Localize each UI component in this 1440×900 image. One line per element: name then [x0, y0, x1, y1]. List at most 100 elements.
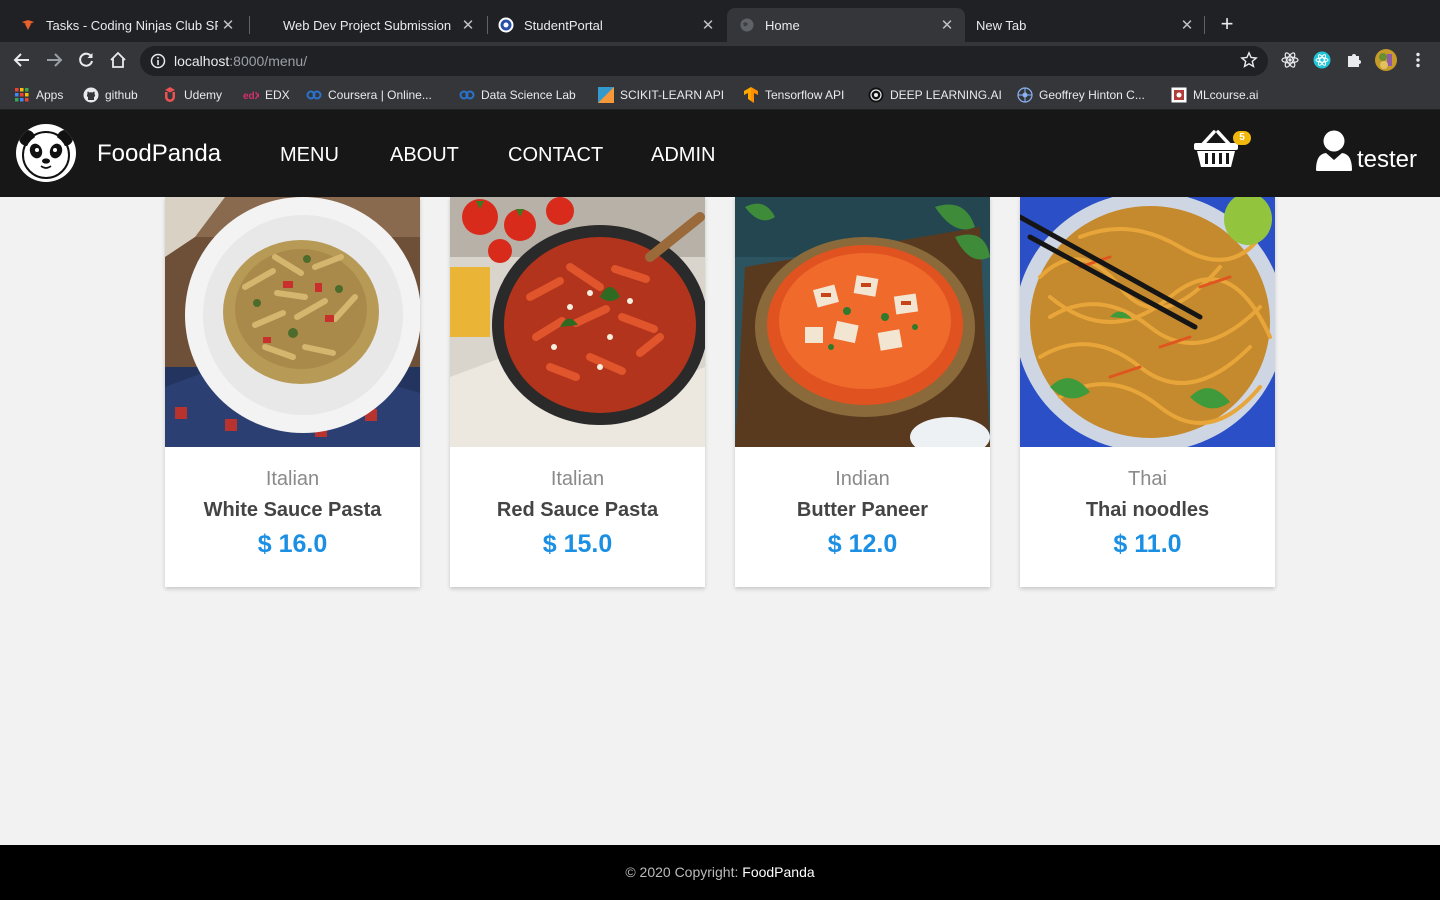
bookmark-geoffrey-hinton[interactable]: Geoffrey Hinton C...: [1017, 86, 1145, 104]
site-footer: © 2020 Copyright: FoodPanda: [0, 845, 1440, 900]
bookmark-github[interactable]: github: [83, 86, 138, 104]
bookmark-deeplearning[interactable]: DEEP LEARNING.AI: [868, 86, 1002, 104]
bookmark-label: Udemy: [184, 88, 223, 102]
bookmark-label: EDX: [265, 88, 290, 102]
bookmark-mlcourse[interactable]: MLcourse.ai: [1171, 86, 1258, 104]
nav-menu-link[interactable]: MENU: [280, 144, 339, 167]
close-tab-icon[interactable]: ✕: [1177, 16, 1197, 34]
thai-noodles-image: [1020, 197, 1275, 447]
apps-grid-icon: [14, 87, 30, 103]
tab-title: Tasks - Coding Ninjas Club SRM: [46, 17, 218, 33]
bookmark-coursera[interactable]: Coursera | Online...: [306, 86, 432, 104]
user-icon[interactable]: [1316, 130, 1352, 172]
red-sauce-pasta-image: [450, 197, 705, 447]
new-tab-button[interactable]: +: [1214, 12, 1240, 38]
username-label[interactable]: tester: [1357, 146, 1417, 174]
item-category: Italian: [265, 468, 320, 490]
bookmark-star-icon[interactable]: [1240, 51, 1258, 69]
hinton-icon: [1017, 87, 1033, 103]
nav-admin-link[interactable]: ADMIN: [651, 144, 715, 167]
close-tab-icon[interactable]: ✕: [458, 16, 478, 34]
bookmark-label: MLcourse.ai: [1193, 88, 1259, 102]
tab-title: New Tab: [976, 17, 1027, 33]
bookmark-data-science-lab[interactable]: Data Science Lab: [459, 86, 576, 104]
bookmark-udemy[interactable]: Udemy: [162, 86, 222, 104]
item-category: Italian: [550, 468, 605, 490]
tab-home[interactable]: Home ✕: [727, 8, 965, 42]
close-tab-icon[interactable]: ✕: [937, 16, 957, 34]
nav-about-link[interactable]: ABOUT: [390, 144, 459, 167]
cart-count-badge: 5: [1233, 131, 1251, 145]
tab-new-tab[interactable]: New Tab ✕: [965, 8, 1205, 42]
url-text: localhost:8000/menu/: [174, 53, 307, 69]
tab-coding-ninjas[interactable]: Tasks - Coding Ninjas Club SRM ✕: [6, 8, 246, 42]
item-name: White Sauce Pasta: [203, 499, 382, 521]
more-menu-icon[interactable]: [1408, 50, 1428, 70]
forward-icon[interactable]: [42, 48, 66, 72]
site-navbar: FoodPanda MENU ABOUT CONTACT ADMIN teste…: [0, 110, 1440, 197]
item-category: Indian: [835, 468, 890, 490]
url-path: :8000/menu/: [229, 53, 308, 69]
tab-separator: [1204, 16, 1205, 34]
tensorflow-icon: [743, 87, 759, 103]
mlcourse-icon: [1171, 87, 1187, 103]
tab-student-portal[interactable]: StudentPortal ✕: [484, 8, 726, 42]
info-icon[interactable]: [150, 53, 166, 69]
udemy-icon: [162, 87, 178, 103]
item-price: $ 11.0: [1113, 530, 1182, 558]
scikit-icon: [598, 87, 614, 103]
white-sauce-pasta-image: [165, 197, 420, 447]
brand-name[interactable]: FoodPanda: [97, 140, 221, 168]
nav-contact-link[interactable]: CONTACT: [508, 144, 603, 167]
bookmark-label: Tensorflow API: [765, 88, 845, 102]
item-category: Thai: [1128, 468, 1167, 490]
menu-card[interactable]: Italian Red Sauce Pasta $ 15.0: [450, 197, 705, 587]
item-price: $ 15.0: [542, 530, 613, 558]
item-price: $ 12.0: [827, 530, 898, 558]
menu-card[interactable]: Indian Butter Paneer $ 12.0: [735, 197, 990, 587]
edx-icon: edX: [243, 87, 259, 103]
bookmark-apps[interactable]: Apps: [14, 86, 63, 104]
menu-card[interactable]: Italian White Sauce Pasta $ 16.0: [165, 197, 420, 587]
reload-icon[interactable]: [74, 48, 98, 72]
bookmark-scikit-learn[interactable]: SCIKIT-LEARN API: [598, 86, 724, 104]
back-icon[interactable]: [10, 48, 34, 72]
coding-ninjas-icon: [20, 17, 36, 33]
profile-avatar-icon[interactable]: [1374, 48, 1398, 72]
menu-card[interactable]: Thai Thai noodles $ 11.0: [1020, 197, 1275, 587]
url-host: localhost: [174, 53, 230, 69]
item-price: $ 16.0: [257, 530, 328, 558]
browser-toolbar: localhost:8000/menu/: [0, 42, 1440, 78]
globe-icon: [739, 17, 755, 33]
student-portal-icon: [498, 17, 514, 33]
react-extension-icon[interactable]: [1312, 50, 1332, 70]
menu-page: Italian White Sauce Pasta $ 16.0 Italian…: [0, 197, 1440, 845]
browser-tabstrip: Tasks - Coding Ninjas Club SRM ✕ Web Dev…: [0, 0, 1440, 42]
butter-paneer-image: [735, 197, 990, 447]
close-tab-icon[interactable]: ✕: [698, 16, 718, 34]
tab-separator: [249, 16, 250, 34]
react-devtools-icon[interactable]: [1280, 50, 1300, 70]
panda-logo[interactable]: [16, 124, 76, 182]
item-name: Butter Paneer: [796, 499, 929, 521]
github-icon: [83, 87, 99, 103]
bookmark-label: DEEP LEARNING.AI: [890, 88, 1002, 102]
address-bar[interactable]: localhost:8000/menu/: [140, 46, 1268, 76]
tab-web-dev[interactable]: Web Dev Project Submission ✕: [256, 8, 486, 42]
extensions-puzzle-icon[interactable]: [1344, 50, 1364, 70]
bookmark-tensorflow[interactable]: Tensorflow API: [743, 86, 844, 104]
bookmark-edx[interactable]: edX EDX: [243, 86, 290, 104]
tab-title: Web Dev Project Submission: [283, 17, 452, 33]
bookmark-label: SCIKIT-LEARN API: [620, 88, 725, 102]
close-tab-icon[interactable]: ✕: [218, 16, 238, 34]
bookmark-label: Data Science Lab: [481, 88, 576, 102]
footer-brand-link[interactable]: FoodPanda: [742, 864, 814, 880]
tab-title: Home: [765, 17, 800, 33]
tab-title: StudentPortal: [524, 17, 603, 33]
bookmark-label: github: [105, 88, 138, 102]
copyright-text: © 2020 Copyright:: [625, 864, 743, 880]
bookmark-label: Coursera | Online...: [328, 88, 432, 102]
deeplearning-icon: [868, 87, 884, 103]
home-icon[interactable]: [106, 48, 130, 72]
svg-text:edX: edX: [243, 91, 259, 102]
